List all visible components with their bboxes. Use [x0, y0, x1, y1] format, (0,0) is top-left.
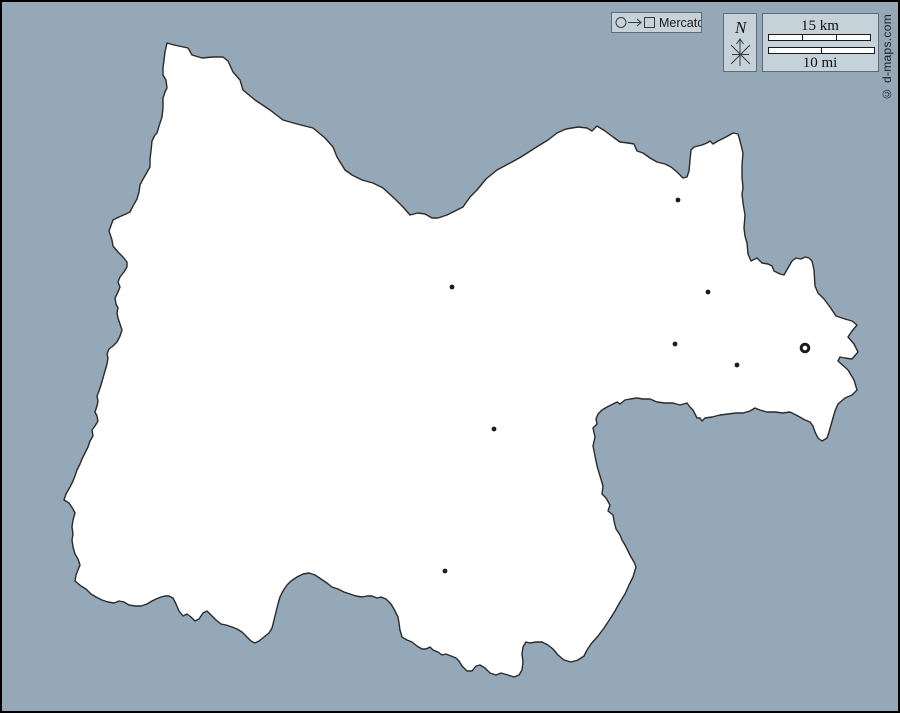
circle-icon [616, 18, 626, 28]
town-marker [673, 342, 678, 347]
compass-box: N [723, 13, 757, 72]
region-outline [64, 43, 858, 677]
scale-mi-bar [769, 48, 875, 54]
projection-label: Mercator [659, 16, 701, 30]
copyright-watermark: © d-maps.com [880, 14, 894, 124]
town-marker [706, 290, 711, 295]
compass-star-icon [731, 39, 750, 66]
scale-mi-label: 10 mi [803, 55, 838, 71]
projection-legend: Mercator [611, 12, 702, 33]
map-canvas: Mercator N 15 km [0, 0, 900, 713]
prefecture-marker [801, 344, 809, 352]
town-marker [450, 285, 455, 290]
town-marker [443, 569, 448, 574]
town-marker [676, 198, 681, 203]
town-marker [492, 427, 497, 432]
compass-north-label: N [734, 18, 748, 37]
town-marker [735, 363, 740, 368]
scale-box: 15 km 10 mi [762, 13, 879, 72]
scale-km-bar [769, 35, 871, 41]
map-svg [2, 2, 898, 711]
arrow-right-icon [628, 19, 641, 26]
square-icon [645, 18, 655, 28]
scale-km-label: 15 km [801, 18, 839, 34]
